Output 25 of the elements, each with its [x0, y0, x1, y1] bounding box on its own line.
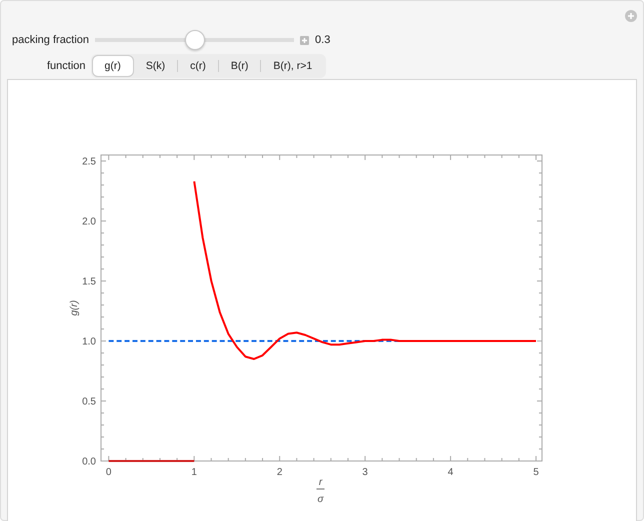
- y-tick-label: 1.5: [82, 276, 96, 288]
- x-tick-label: 0: [106, 467, 112, 478]
- y-tick-label: 1.0: [82, 336, 96, 348]
- y-tick-label: 2.5: [82, 156, 96, 168]
- x-tick-label: 4: [448, 467, 454, 478]
- x-axis-label: r σ: [316, 477, 325, 505]
- slider-label: packing fraction: [12, 34, 90, 46]
- y-tick-label: 0.5: [82, 396, 96, 408]
- x-tick-label: 2: [276, 467, 282, 478]
- plus-icon[interactable]: [300, 36, 310, 44]
- function-tab[interactable]: S(k): [134, 56, 178, 76]
- slider-value: 0.3: [315, 34, 330, 46]
- x-tick-label: 5: [533, 467, 539, 478]
- function-label: function: [47, 60, 86, 72]
- function-tab[interactable]: c(r): [178, 56, 218, 76]
- y-axis-label: g(r): [69, 300, 80, 316]
- y-tick-label: 0.0: [82, 456, 96, 468]
- function-tab[interactable]: B(r): [218, 56, 260, 76]
- add-icon[interactable]: [625, 10, 637, 22]
- x-tick-label: 3: [362, 467, 368, 478]
- x-tick-label: 1: [191, 467, 197, 478]
- slider-thumb[interactable]: [184, 30, 205, 50]
- function-tab[interactable]: B(r), r>1: [261, 56, 324, 76]
- function-tab[interactable]: g(r): [92, 56, 133, 76]
- y-tick-label: 2.0: [82, 216, 96, 228]
